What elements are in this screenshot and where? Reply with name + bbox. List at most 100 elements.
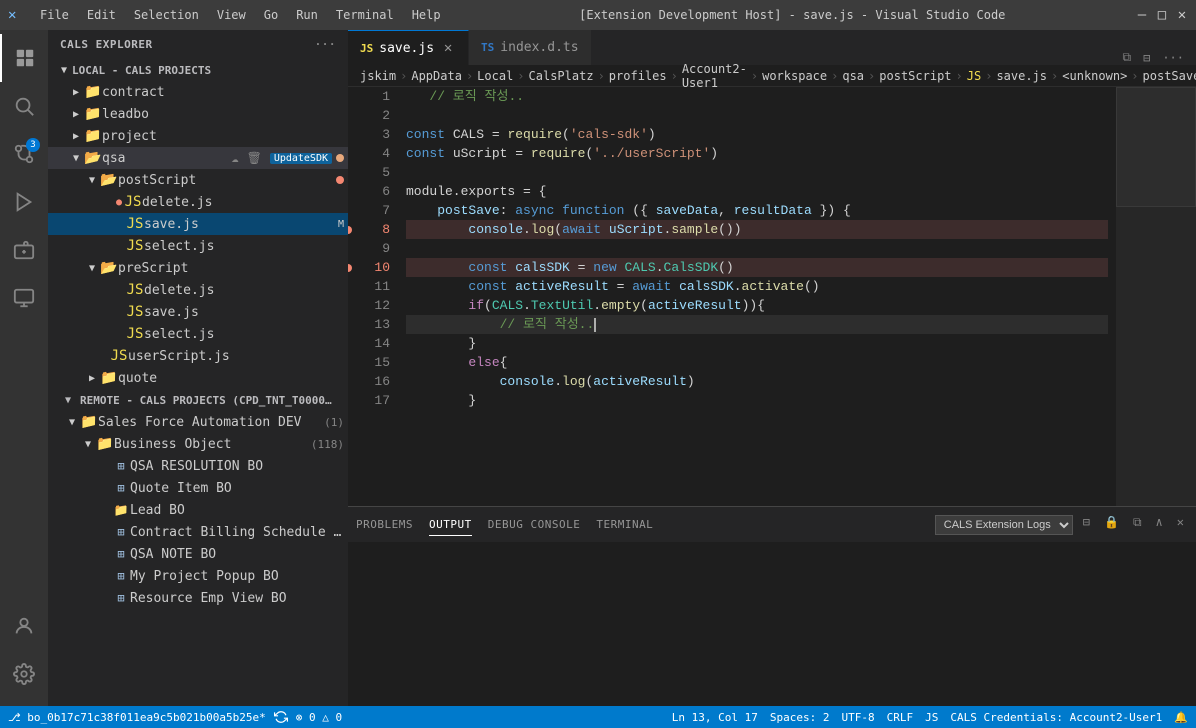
status-language[interactable]: JS [925,711,938,724]
sidebar-item-prescript-save[interactable]: ▶ JS save.js [48,301,348,323]
sidebar-item-contract[interactable]: ▶ 📁 contract [48,81,348,103]
line-num-17: 17 [348,391,390,410]
breadcrumb-local[interactable]: Local [477,69,513,83]
breadcrumb-qsa[interactable]: qsa [842,69,864,83]
sidebar-item-prescript-select[interactable]: ▶ JS select.js [48,323,348,345]
activity-account[interactable] [0,602,48,650]
panel-tab-debug-console[interactable]: DEBUG CONSOLE [488,514,581,535]
menu-help[interactable]: Help [404,6,449,24]
breadcrumb-profiles[interactable]: profiles [609,69,667,83]
salesforce-count: (1) [324,416,344,429]
sidebar-item-salesforce[interactable]: ▼ 📁 Sales Force Automation DEV (1) [48,411,348,433]
code-line-13: // 로직 작성.. [406,315,1108,334]
sidebar-item-resource-emp-bo[interactable]: ▶ ⊞ Resource Emp View BO [48,587,348,609]
menu-run[interactable]: Run [288,6,326,24]
code-editor[interactable]: 1 2 3 4 5 6 7 8 9 10 11 12 13 14 15 16 1… [348,87,1196,506]
sidebar-more-button[interactable]: ··· [315,38,336,51]
activity-explorer[interactable] [0,34,48,82]
sidebar-item-postscript-save[interactable]: ▶ JS save.js M [48,213,348,235]
maximize-button[interactable]: □ [1156,9,1168,21]
status-encoding[interactable]: UTF-8 [842,711,875,724]
panel-tab-terminal[interactable]: TERMINAL [596,514,653,535]
tab-split-editor-icon[interactable]: ⧉ [1119,50,1136,65]
panel-tab-problems[interactable]: PROBLEMS [356,514,413,535]
minimize-button[interactable]: — [1136,9,1148,21]
menu-edit[interactable]: Edit [79,6,124,24]
sidebar-content[interactable]: ▼ LOCAL - CALS PROJECTS ▶ 📁 contract ▶ 📁… [48,59,348,706]
sidebar-item-qsa[interactable]: ▼ 📂 qsa ☁ 🗑 UpdateSDK [48,147,348,169]
my-project-popup-bo-label: My Project Popup BO [130,569,348,584]
breadcrumb-workspace[interactable]: workspace [762,69,827,83]
activity-remote[interactable] [0,274,48,322]
panel-new-window-icon[interactable]: ⧉ [1129,515,1146,535]
tab-save-js-close[interactable]: ✕ [440,40,456,56]
status-cursor[interactable]: Ln 13, Col 17 [672,711,758,724]
sidebar-item-postscript[interactable]: ▼ 📂 postScript [48,169,348,191]
panel-chevron-up-icon[interactable]: ∧ [1152,515,1167,535]
breadcrumb-calsplatz[interactable]: CalsPlatz [529,69,594,83]
sidebar-item-userscript[interactable]: ▶ JS userScript.js [48,345,348,367]
sidebar-item-project[interactable]: ▶ 📁 project [48,125,348,147]
status-errors[interactable]: ⊗ 0 △ 0 [296,711,342,724]
activity-debug[interactable] [0,178,48,226]
window-title: [Extension Development Host] - save.js -… [449,8,1136,22]
qsa-upload-icon[interactable]: ☁ [227,151,242,165]
panel-clear-icon[interactable]: ⊟ [1079,515,1094,535]
sidebar-item-business-object[interactable]: ▼ 📁 Business Object (118) [48,433,348,455]
status-branch[interactable]: ⎇ bo_0b17c71c38f011ea9c5b021b00a5b25e* [8,711,266,724]
breadcrumb-account2[interactable]: Account2-User1 [682,62,747,90]
local-projects-header[interactable]: ▼ LOCAL - CALS PROJECTS [48,59,348,81]
tab-index-dts[interactable]: TS index.d.ts [469,30,592,65]
sidebar-item-quote[interactable]: ▶ 📁 quote [48,367,348,389]
breadcrumb-postscript[interactable]: postScript [879,69,951,83]
activity-settings[interactable] [0,650,48,698]
tab-more-icon[interactable]: ··· [1158,51,1188,65]
code-content[interactable]: // 로직 작성.. const CALS = require('cals-sd… [398,87,1116,506]
activity-search[interactable] [0,82,48,130]
sidebar-item-postscript-select[interactable]: ▶ JS select.js [48,235,348,257]
tab-save-js[interactable]: JS save.js ✕ [348,30,469,65]
sidebar-item-qsa-note-bo[interactable]: ▶ ⊞ QSA NOTE BO [48,543,348,565]
breadcrumb-appdata[interactable]: AppData [411,69,462,83]
menu-view[interactable]: View [209,6,254,24]
sidebar-item-contract-billing-bo[interactable]: ▶ ⊞ Contract Billing Schedule BO [48,521,348,543]
sidebar-item-postscript-delete[interactable]: ▶ ● JS delete.js [48,191,348,213]
menu-terminal[interactable]: Terminal [328,6,402,24]
status-sync[interactable] [274,710,288,724]
sidebar-item-qsa-resolution-bo[interactable]: ▶ ⊞ QSA RESOLUTION BO [48,455,348,477]
remote-projects-header[interactable]: ▼ REMOTE - CALS PROJECTS (CPD_TNT_T00003… [48,389,348,411]
menu-file[interactable]: File [32,6,77,24]
menu-go[interactable]: Go [256,6,286,24]
status-cals-credentials[interactable]: CALS Credentials: Account2-User1 [950,711,1162,724]
breadcrumb-js[interactable]: JS [967,69,981,83]
sidebar-item-prescript-delete[interactable]: ▶ JS delete.js [48,279,348,301]
breadcrumb-unknown[interactable]: <unknown> [1062,69,1127,83]
tab-bar-actions: ⧉ ⊟ ··· [1111,50,1196,65]
status-eol[interactable]: CRLF [887,711,914,724]
breadcrumb-savejs[interactable]: save.js [996,69,1047,83]
prescript-save-label: save.js [144,305,348,320]
panel-tab-output[interactable]: OUTPUT [429,514,472,536]
breadcrumb-jskim[interactable]: jskim [360,69,396,83]
output-selector[interactable]: CALS Extension Logs [935,515,1073,535]
sidebar-item-leadbo[interactable]: ▶ 📁 leadbo [48,103,348,125]
menu-selection[interactable]: Selection [126,6,207,24]
sidebar-item-lead-bo[interactable]: ▶ 📁 Lead BO [48,499,348,521]
qsa-trash-icon[interactable]: 🗑 [243,151,266,165]
activity-extensions[interactable] [0,226,48,274]
sidebar-item-prescript[interactable]: ▼ 📂 preScript [48,257,348,279]
sidebar-item-my-project-popup-bo[interactable]: ▶ ⊞ My Project Popup BO [48,565,348,587]
code-line-15: else{ [406,353,1108,372]
panel-close-icon[interactable]: ✕ [1173,515,1188,535]
status-spaces[interactable]: Spaces: 2 [770,711,830,724]
sidebar-item-quote-item-bo[interactable]: ▶ ⊞ Quote Item BO [48,477,348,499]
panel-lock-icon[interactable]: 🔒 [1100,515,1123,535]
postscript-select-js-icon: JS [126,238,144,254]
postscript-arrow: ▼ [84,175,100,186]
tab-layout-icon[interactable]: ⊟ [1139,51,1154,65]
breadcrumb: jskim › AppData › Local › CalsPlatz › pr… [348,65,1196,87]
contract-arrow: ▶ [68,87,84,98]
activity-source-control[interactable]: 3 [0,130,48,178]
close-button[interactable]: ✕ [1176,9,1188,21]
status-notification-bell[interactable]: 🔔 [1174,711,1188,724]
